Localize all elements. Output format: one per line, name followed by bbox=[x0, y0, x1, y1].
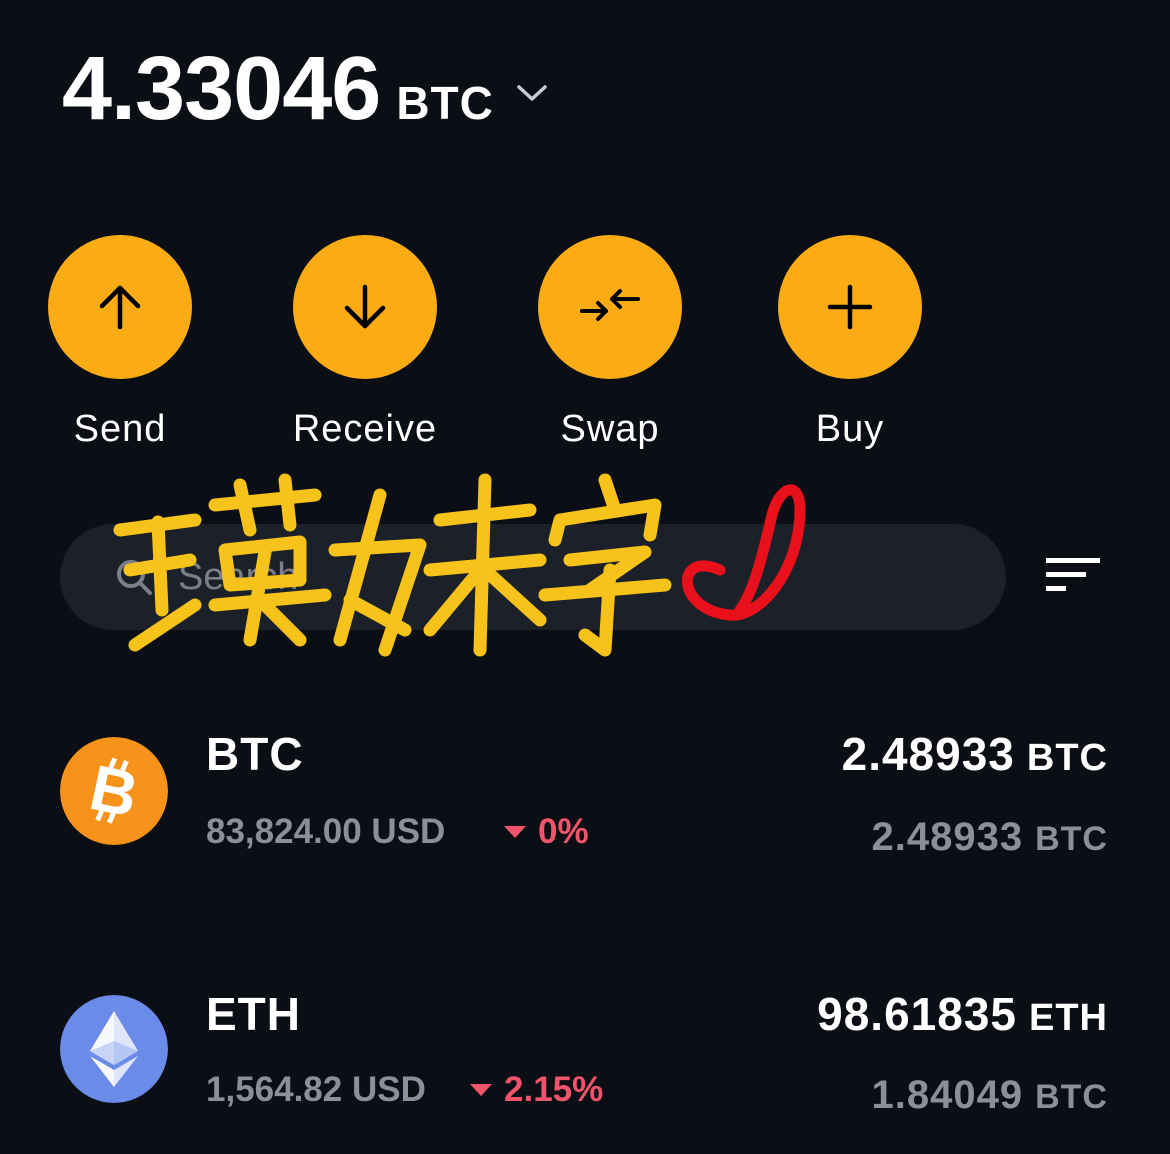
asset-balance-amount: 98.61835 bbox=[817, 988, 1017, 1040]
total-balance[interactable]: 4.33046 BTC bbox=[62, 44, 548, 134]
search-input[interactable] bbox=[176, 554, 940, 600]
swap-circle[interactable] bbox=[538, 235, 682, 379]
arrow-up-icon bbox=[99, 285, 141, 330]
buy-label: Buy bbox=[815, 408, 885, 450]
down-triangle-icon bbox=[504, 826, 526, 838]
asset-symbol: BTC bbox=[206, 728, 304, 780]
asset-converted-balance: 1.84049 BTC bbox=[872, 1073, 1108, 1118]
balance-unit: BTC bbox=[396, 77, 494, 129]
receive-button[interactable]: Receive bbox=[265, 235, 465, 451]
search-bar[interactable] bbox=[60, 524, 1006, 630]
chevron-down-icon[interactable] bbox=[516, 83, 548, 103]
buy-button[interactable]: Buy bbox=[750, 235, 950, 451]
asset-converted-amount: 1.84049 bbox=[871, 1073, 1024, 1117]
asset-price: 1,564.82 USD bbox=[206, 1070, 426, 1109]
asset-row-btc[interactable]: B BTC 83,824.00 USD 0% 2.48933 BTC 2.4893… bbox=[0, 715, 1170, 875]
search-icon bbox=[117, 560, 152, 595]
ethereum-icon bbox=[60, 995, 168, 1103]
asset-change-value: 0% bbox=[538, 812, 589, 851]
send-circle[interactable] bbox=[48, 235, 192, 379]
asset-change: 0% bbox=[504, 812, 589, 852]
asset-balance-unit: BTC bbox=[1026, 737, 1108, 779]
asset-converted-balance: 2.48933 BTC bbox=[872, 815, 1108, 860]
sort-lines-icon[interactable] bbox=[1040, 552, 1106, 600]
asset-converted-unit: BTC bbox=[1035, 1078, 1108, 1116]
arrow-down-icon bbox=[344, 284, 386, 329]
swap-arrows-icon bbox=[580, 289, 640, 321]
down-triangle-icon bbox=[470, 1084, 492, 1096]
asset-converted-amount: 2.48933 bbox=[871, 815, 1024, 859]
send-label: Send bbox=[73, 408, 167, 450]
asset-row-eth[interactable]: ETH 1,564.82 USD 2.15% 98.61835 ETH 1.840… bbox=[0, 975, 1170, 1135]
asset-symbol: ETH bbox=[206, 988, 301, 1040]
asset-balance: 98.61835 ETH bbox=[817, 987, 1108, 1041]
swap-button[interactable]: Swap bbox=[510, 235, 710, 451]
asset-balance-unit: ETH bbox=[1029, 997, 1108, 1039]
bitcoin-icon: B bbox=[60, 737, 168, 845]
asset-change: 2.15% bbox=[470, 1070, 603, 1110]
send-button[interactable]: Send bbox=[20, 235, 220, 451]
buy-circle[interactable] bbox=[778, 235, 922, 379]
plus-icon bbox=[827, 284, 873, 330]
swap-label: Swap bbox=[560, 408, 660, 450]
balance-amount: 4.33046 bbox=[62, 39, 381, 139]
asset-change-value: 2.15% bbox=[504, 1070, 604, 1109]
asset-balance-amount: 2.48933 bbox=[841, 728, 1015, 780]
receive-circle[interactable] bbox=[293, 235, 437, 379]
asset-price: 83,824.00 USD bbox=[206, 812, 446, 851]
asset-converted-unit: BTC bbox=[1035, 820, 1108, 858]
asset-balance: 2.48933 BTC bbox=[842, 727, 1108, 781]
receive-label: Receive bbox=[292, 408, 438, 450]
